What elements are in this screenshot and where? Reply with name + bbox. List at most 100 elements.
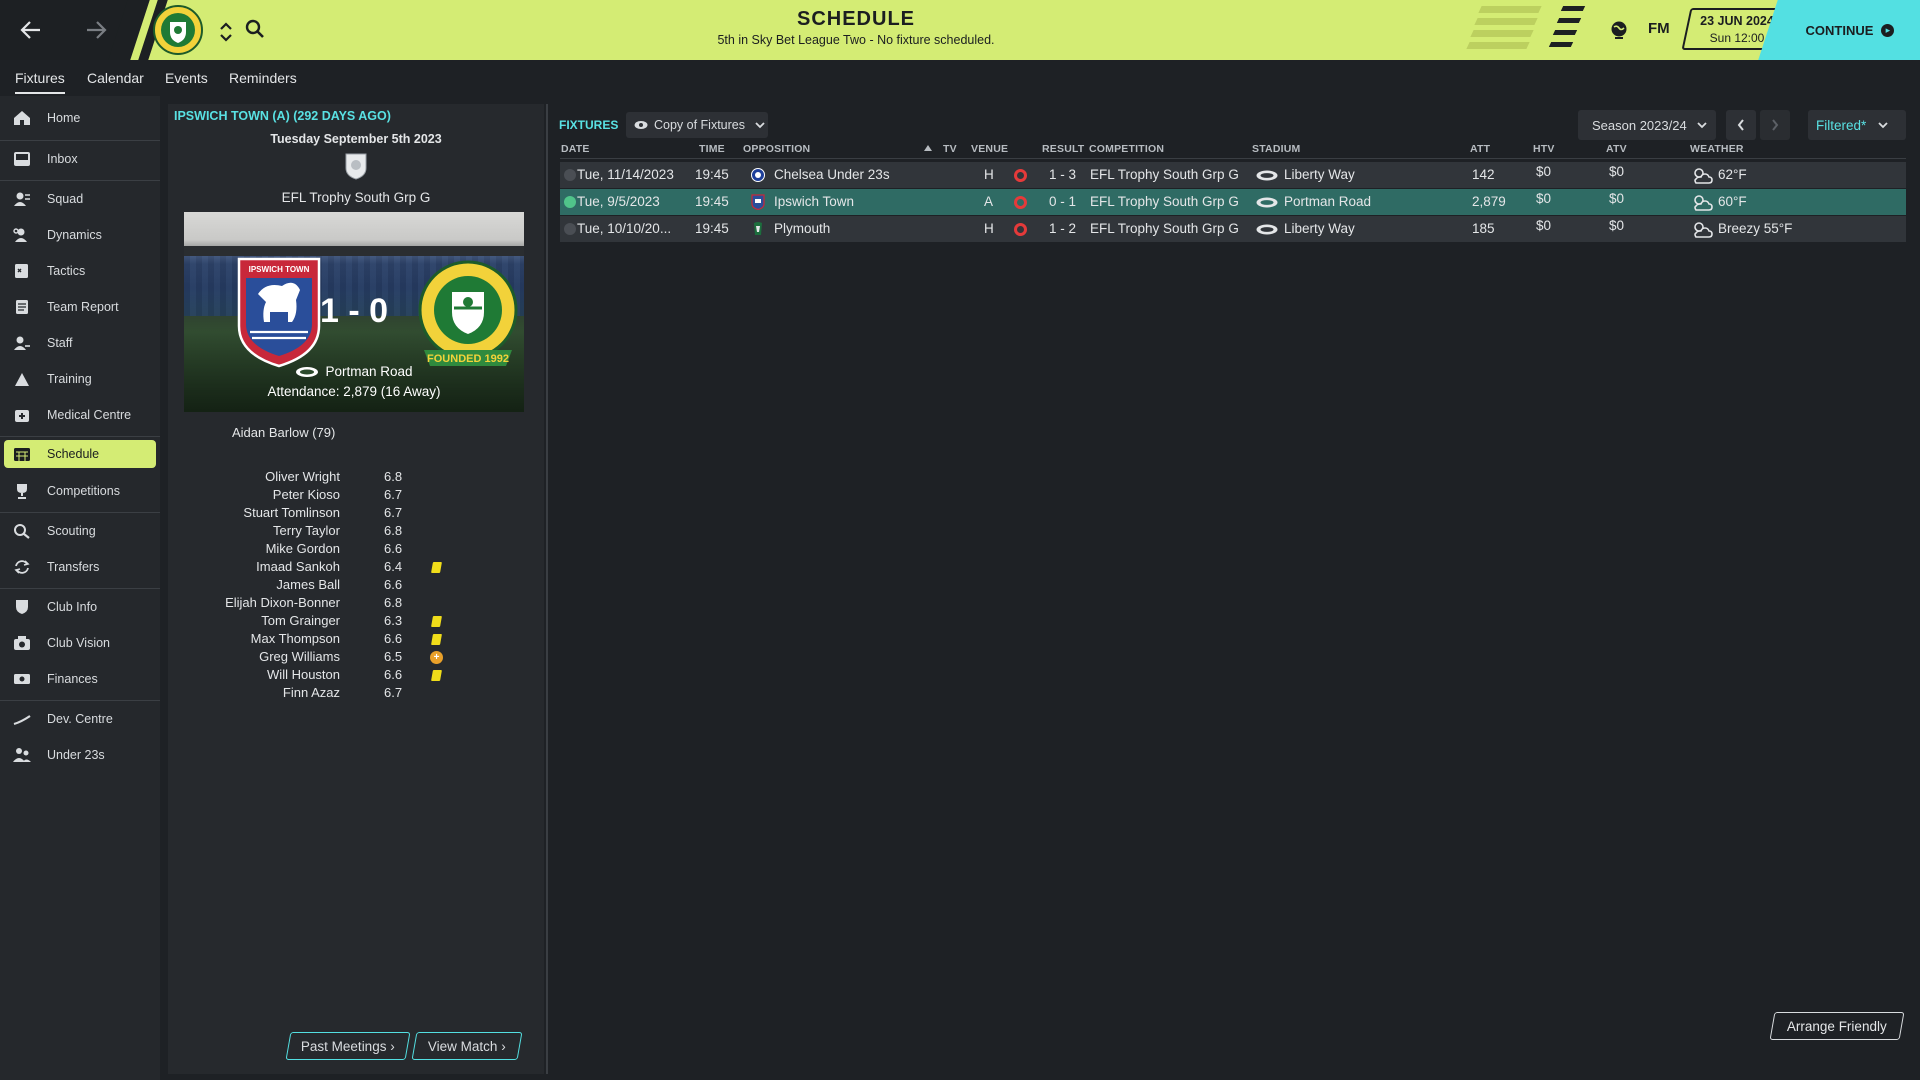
back-button[interactable] xyxy=(15,14,47,46)
column-header-weather[interactable]: WEATHER xyxy=(1690,143,1744,155)
sidebar-item-inbox[interactable]: Inbox xyxy=(4,146,156,172)
search-icon[interactable] xyxy=(244,18,266,40)
sidebar-item-training[interactable]: Training xyxy=(4,366,156,392)
cell-competition[interactable]: EFL Trophy South Grp G xyxy=(1090,221,1239,236)
sidebar-item-competitions[interactable]: Competitions xyxy=(4,478,156,504)
forward-button[interactable] xyxy=(80,14,112,46)
column-header-htv[interactable]: HTV xyxy=(1533,143,1555,155)
player-rating-row[interactable]: Stuart Tomlinson 6.7 xyxy=(168,505,544,523)
player-name[interactable]: Terry Taylor xyxy=(273,523,340,538)
sidebar-item-dynamics[interactable]: Dynamics xyxy=(4,222,156,248)
sidebar-item-squad[interactable]: Squad xyxy=(4,186,156,212)
column-header-tv[interactable]: TV xyxy=(943,143,957,155)
column-header-competition[interactable]: COMPETITION xyxy=(1089,143,1164,155)
player-name[interactable]: Peter Kioso xyxy=(273,487,340,502)
sidebar-item-scouting[interactable]: Scouting xyxy=(4,518,156,544)
column-header-result[interactable]: RESULT xyxy=(1042,143,1084,155)
cell-competition[interactable]: EFL Trophy South Grp G xyxy=(1090,167,1239,182)
season-selector[interactable]: Season 2023/24 xyxy=(1578,110,1716,140)
sidebar-item-staff[interactable]: Staff xyxy=(4,330,156,356)
sidebar-item-club-info[interactable]: Club Info xyxy=(4,594,156,620)
cell-result[interactable]: 1 - 3 xyxy=(1049,167,1076,182)
player-rating-row[interactable]: Oliver Wright 6.8 xyxy=(168,469,544,487)
sidebar-item-finances[interactable]: Finances xyxy=(4,666,156,692)
player-name[interactable]: Greg Williams xyxy=(259,649,340,664)
player-rating-row[interactable]: Peter Kioso 6.7 xyxy=(168,487,544,505)
player-name[interactable]: Max Thompson xyxy=(251,631,340,646)
player-name[interactable]: Stuart Tomlinson xyxy=(243,505,340,520)
row-select-indicator[interactable] xyxy=(564,169,576,181)
column-header-atv[interactable]: ATV xyxy=(1606,143,1627,155)
table-row[interactable]: Tue, 10/10/20... 19:45 Plymouth H 1 - 2 … xyxy=(560,216,1906,242)
player-name[interactable]: Will Houston xyxy=(267,667,340,682)
player-rating-row[interactable]: Tom Grainger 6.3 xyxy=(168,613,544,631)
sidebar-item-schedule[interactable]: Schedule xyxy=(4,440,156,468)
sidebar-item-label: Competitions xyxy=(47,484,120,498)
player-name[interactable]: James Ball xyxy=(276,577,340,592)
cell-opposition[interactable]: Chelsea Under 23s xyxy=(774,167,890,182)
past-meetings-button[interactable]: Past Meetings › xyxy=(285,1032,411,1060)
column-header-opposition[interactable]: OPPOSITION xyxy=(743,143,810,155)
previous-season-button[interactable] xyxy=(1726,110,1756,140)
table-row[interactable]: Tue, 9/5/2023 19:45 Ipswich Town A 0 - 1… xyxy=(560,189,1906,215)
globe-icon[interactable] xyxy=(1608,19,1630,41)
sidebar-item-medical-centre[interactable]: Medical Centre xyxy=(4,402,156,428)
plymouth-badge-icon xyxy=(754,222,762,235)
sidebar-item-tactics[interactable]: Tactics xyxy=(4,258,156,284)
cell-stadium[interactable]: Liberty Way xyxy=(1284,167,1355,182)
tab-reminders[interactable]: Reminders xyxy=(229,70,297,86)
player-rating-row[interactable]: Max Thompson 6.6 xyxy=(168,631,544,649)
player-rating-row[interactable]: James Ball 6.6 xyxy=(168,577,544,595)
row-select-indicator[interactable] xyxy=(564,223,576,235)
continue-button[interactable]: CONTINUE ▸ xyxy=(1758,0,1920,60)
player-name[interactable]: Mike Gordon xyxy=(266,541,340,556)
club-crest-icon[interactable] xyxy=(152,4,204,56)
club-switch-icon[interactable] xyxy=(218,20,234,44)
table-row[interactable]: Tue, 11/14/2023 19:45 Chelsea Under 23s … xyxy=(560,162,1906,188)
fm-logo[interactable]: FM xyxy=(1648,20,1670,37)
player-name[interactable]: Oliver Wright xyxy=(265,469,340,484)
view-selector[interactable]: Copy of Fixtures xyxy=(626,112,768,138)
sidebar-item-team-report[interactable]: Team Report xyxy=(4,294,156,320)
sidebar-item-under-23s[interactable]: Under 23s xyxy=(4,742,156,768)
tab-fixtures[interactable]: Fixtures xyxy=(15,70,65,94)
match-heading[interactable]: IPSWICH TOWN (A) (292 DAYS AGO) xyxy=(174,109,391,123)
tab-events[interactable]: Events xyxy=(165,70,208,86)
next-season-button[interactable] xyxy=(1760,110,1790,140)
cell-opposition[interactable]: Plymouth xyxy=(774,221,830,236)
column-header-att[interactable]: ATT xyxy=(1470,143,1490,155)
column-header-date[interactable]: DATE xyxy=(561,143,590,155)
player-rating-row[interactable]: Elijah Dixon-Bonner 6.8 xyxy=(168,595,544,613)
player-name[interactable]: Tom Grainger xyxy=(261,613,340,628)
goal-scorer[interactable]: Aidan Barlow (79) xyxy=(232,425,335,440)
player-rating-row[interactable]: Finn Azaz 6.7 xyxy=(168,685,544,703)
player-rating-row[interactable]: Will Houston 6.6 xyxy=(168,667,544,685)
cell-stadium[interactable]: Liberty Way xyxy=(1284,221,1355,236)
cell-opposition[interactable]: Ipswich Town xyxy=(774,194,854,209)
cell-date: Tue, 9/5/2023 xyxy=(577,194,660,209)
view-match-button[interactable]: View Match › xyxy=(411,1032,523,1060)
sidebar-item-club-vision[interactable]: Club Vision xyxy=(4,630,156,656)
row-select-indicator[interactable] xyxy=(564,196,576,208)
sidebar-item-transfers[interactable]: Transfers xyxy=(4,554,156,580)
player-name[interactable]: Imaad Sankoh xyxy=(256,559,340,574)
cell-stadium[interactable]: Portman Road xyxy=(1284,194,1371,209)
player-rating-row[interactable]: Imaad Sankoh 6.4 xyxy=(168,559,544,577)
player-rating-row[interactable]: Terry Taylor 6.8 xyxy=(168,523,544,541)
sidebar-item-dev-centre[interactable]: Dev. Centre xyxy=(4,706,156,732)
cell-result[interactable]: 0 - 1 xyxy=(1049,194,1076,209)
sidebar-item-home[interactable]: Home xyxy=(4,105,156,131)
cell-competition[interactable]: EFL Trophy South Grp G xyxy=(1090,194,1239,209)
player-name[interactable]: Finn Azaz xyxy=(283,685,340,700)
player-rating-row[interactable]: Greg Williams 6.5 + xyxy=(168,649,544,667)
cell-result[interactable]: 1 - 2 xyxy=(1049,221,1076,236)
sidebar-divider xyxy=(0,512,160,513)
column-header-time[interactable]: TIME xyxy=(699,143,725,155)
arrange-friendly-button[interactable]: Arrange Friendly xyxy=(1769,1012,1905,1040)
player-rating-row[interactable]: Mike Gordon 6.6 xyxy=(168,541,544,559)
filter-button[interactable]: Filtered* xyxy=(1808,110,1906,140)
column-header-venue[interactable]: VENUE xyxy=(971,143,1008,155)
tab-calendar[interactable]: Calendar xyxy=(87,70,144,86)
column-header-stadium[interactable]: STADIUM xyxy=(1252,143,1300,155)
player-name[interactable]: Elijah Dixon-Bonner xyxy=(225,595,340,610)
